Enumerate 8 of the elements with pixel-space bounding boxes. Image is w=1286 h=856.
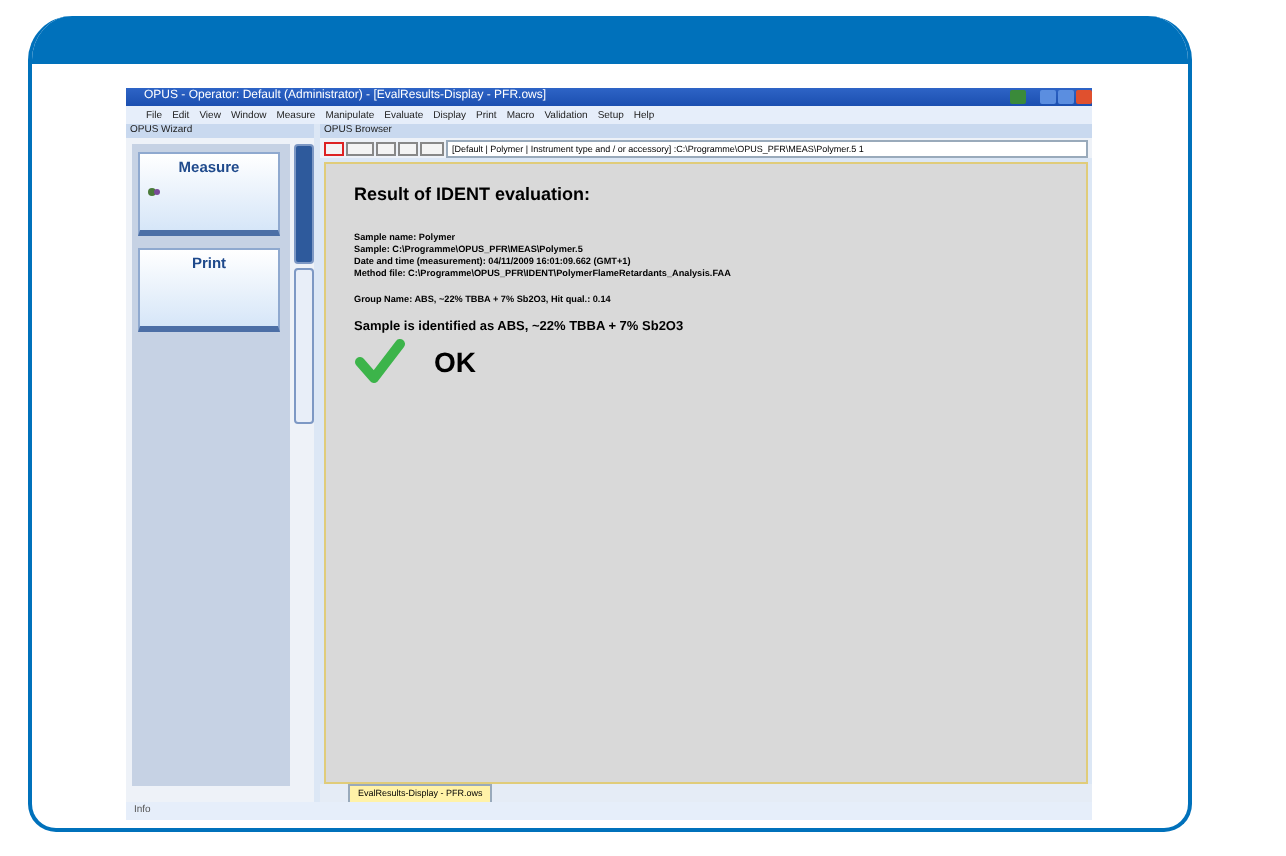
toolbar-button[interactable] [420,141,444,155]
toolbar-button[interactable] [324,141,344,155]
checkmark-icon [354,338,406,386]
side-tab[interactable] [294,268,314,424]
verdict-text: OK [434,346,476,378]
side-tab[interactable] [294,144,314,264]
toolbar-button[interactable] [346,141,374,155]
result-heading: Result of IDENT evaluation: [354,184,593,204]
